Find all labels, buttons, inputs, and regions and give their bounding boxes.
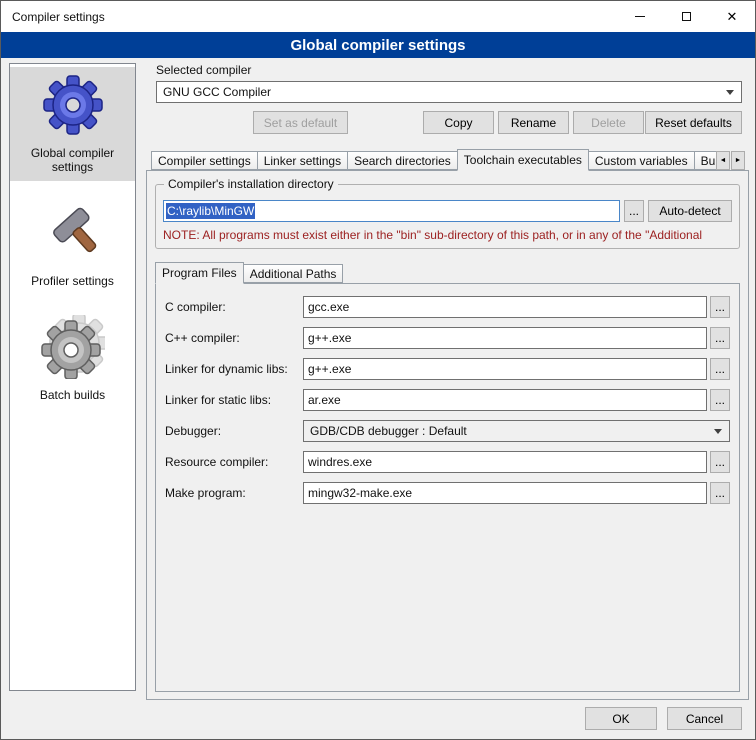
tab-scroll-arrows: ◄ ► (716, 151, 745, 170)
delete-button[interactable]: Delete (573, 111, 644, 134)
resource-compiler-value: windres.exe (308, 455, 372, 469)
dialog-title: Global compiler settings (290, 37, 465, 54)
compiler-buttons-row: Set as default Copy Rename Delete Reset … (156, 111, 742, 134)
tab-custom-variables[interactable]: Custom variables (588, 151, 695, 170)
static-linker-browse-button[interactable]: ... (710, 389, 730, 411)
resource-compiler-input[interactable]: windres.exe (303, 451, 707, 473)
tab-compiler-settings[interactable]: Compiler settings (151, 151, 258, 170)
bin-subdirectory-note: NOTE: All programs must exist either in … (163, 228, 732, 242)
dynamic-linker-browse-button[interactable]: ... (710, 358, 730, 380)
chevron-down-icon (714, 429, 722, 438)
sidebar-item-batch-builds[interactable]: Batch builds (10, 309, 135, 409)
tab-scroll-right-button[interactable]: ► (731, 151, 745, 170)
installation-directory-browse-button[interactable]: ... (624, 200, 644, 222)
tab-search-directories[interactable]: Search directories (347, 151, 458, 170)
sidebar-item-global-compiler-settings[interactable]: Global compiler settings (10, 67, 135, 181)
dialog-header: Global compiler settings (1, 32, 755, 58)
maximize-button[interactable] (663, 1, 709, 32)
field-row: Linker for static libs: ar.exe ... (165, 389, 730, 411)
window-title: Compiler settings (12, 10, 105, 24)
settings-tab-strip: Compiler settings Linker settings Search… (146, 148, 749, 170)
sidebar-item-label: Profiler settings (31, 274, 114, 288)
copy-button[interactable]: Copy (423, 111, 494, 134)
compiler-settings-window: Compiler settings ✕ Global compiler sett… (0, 0, 756, 740)
set-as-default-button[interactable]: Set as default (253, 111, 348, 134)
field-row: Linker for dynamic libs: g++.exe ... (165, 358, 730, 380)
dialog-footer: OK Cancel (585, 707, 742, 730)
cancel-button[interactable]: Cancel (667, 707, 742, 730)
subtab-additional-paths[interactable]: Additional Paths (243, 264, 344, 283)
installation-directory-input[interactable]: C:\raylib\MinGW (163, 200, 620, 222)
resource-compiler-label: Resource compiler: (165, 455, 303, 469)
c-compiler-label: C compiler: (165, 300, 303, 314)
field-row: C compiler: gcc.exe ... (165, 296, 730, 318)
cpp-compiler-label: C++ compiler: (165, 331, 303, 345)
titlebar: Compiler settings ✕ (1, 1, 755, 32)
selected-compiler-label: Selected compiler (156, 63, 742, 77)
debugger-select-value: GDB/CDB debugger : Default (310, 424, 467, 438)
subtab-program-files[interactable]: Program Files (155, 262, 244, 284)
sidebar-item-label: Batch builds (40, 388, 105, 402)
debugger-label: Debugger: (165, 424, 303, 438)
settings-category-list: Global compiler settings Profiler settin… (9, 63, 136, 691)
debugger-select[interactable]: GDB/CDB debugger : Default (303, 420, 730, 442)
rename-button[interactable]: Rename (498, 111, 569, 134)
gray-gear-stack-icon (41, 315, 105, 379)
installation-directory-group: Compiler's installation directory C:\ray… (155, 184, 740, 249)
selected-compiler-section: Selected compiler GNU GCC Compiler Set a… (146, 63, 749, 134)
minimize-button[interactable] (617, 1, 663, 32)
static-linker-value: ar.exe (308, 393, 341, 407)
sidebar-item-label: Global compiler settings (13, 146, 132, 174)
c-compiler-browse-button[interactable]: ... (710, 296, 730, 318)
static-linker-label: Linker for static libs: (165, 393, 303, 407)
field-row: Resource compiler: windres.exe ... (165, 451, 730, 473)
program-files-panel: C compiler: gcc.exe ... C++ compiler: g+… (155, 283, 740, 692)
window-controls: ✕ (617, 1, 755, 32)
chevron-down-icon (726, 90, 734, 99)
make-program-value: mingw32-make.exe (308, 486, 412, 500)
tab-linker-settings[interactable]: Linker settings (257, 151, 348, 170)
static-linker-input[interactable]: ar.exe (303, 389, 707, 411)
sidebar-item-profiler-settings[interactable]: Profiler settings (10, 195, 135, 295)
make-program-browse-button[interactable]: ... (710, 482, 730, 504)
field-row: Make program: mingw32-make.exe ... (165, 482, 730, 504)
auto-detect-button[interactable]: Auto-detect (648, 200, 732, 222)
make-program-input[interactable]: mingw32-make.exe (303, 482, 707, 504)
installation-directory-group-title: Compiler's installation directory (164, 177, 338, 191)
close-button[interactable]: ✕ (709, 1, 755, 32)
maximize-icon (682, 12, 691, 21)
dynamic-linker-label: Linker for dynamic libs: (165, 362, 303, 376)
tab-scroll-left-button[interactable]: ◄ (716, 151, 730, 170)
program-files-tab-strip: Program Files Additional Paths (155, 261, 740, 283)
field-row: C++ compiler: g++.exe ... (165, 327, 730, 349)
c-compiler-input[interactable]: gcc.exe (303, 296, 707, 318)
cpp-compiler-input[interactable]: g++.exe (303, 327, 707, 349)
tab-toolchain-executables[interactable]: Toolchain executables (457, 149, 589, 171)
hammer-icon (41, 201, 105, 265)
compiler-select-value: GNU GCC Compiler (163, 85, 271, 99)
cpp-compiler-browse-button[interactable]: ... (710, 327, 730, 349)
toolchain-executables-panel: Compiler's installation directory C:\ray… (146, 170, 749, 700)
field-row: Debugger: GDB/CDB debugger : Default (165, 420, 730, 442)
dynamic-linker-input[interactable]: g++.exe (303, 358, 707, 380)
dynamic-linker-value: g++.exe (308, 362, 351, 376)
blue-gear-icon (41, 73, 105, 137)
c-compiler-value: gcc.exe (308, 300, 349, 314)
ok-button[interactable]: OK (585, 707, 657, 730)
main-panel: Selected compiler GNU GCC Compiler Set a… (146, 63, 749, 700)
minimize-icon (635, 16, 645, 17)
installation-directory-row: C:\raylib\MinGW ... Auto-detect (163, 200, 732, 222)
reset-defaults-button[interactable]: Reset defaults (645, 111, 742, 134)
compiler-select[interactable]: GNU GCC Compiler (156, 81, 742, 103)
dialog-body: Global compiler settings Profiler settin… (1, 58, 755, 739)
close-icon: ✕ (727, 10, 738, 23)
make-program-label: Make program: (165, 486, 303, 500)
cpp-compiler-value: g++.exe (308, 331, 351, 345)
tab-build[interactable]: Buil (694, 151, 717, 170)
installation-directory-value: C:\raylib\MinGW (166, 203, 255, 219)
resource-compiler-browse-button[interactable]: ... (710, 451, 730, 473)
